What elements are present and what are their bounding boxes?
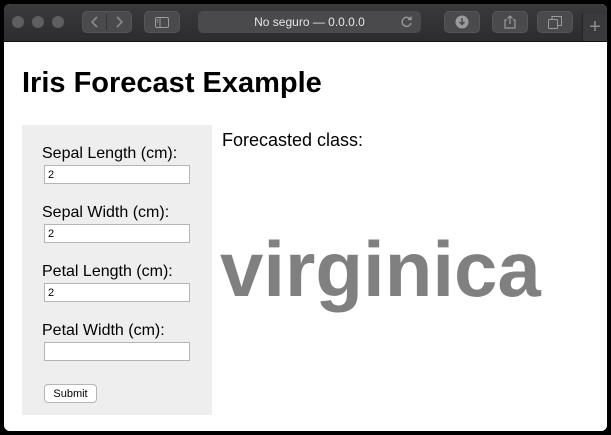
tabs-icon <box>548 15 562 29</box>
downloads-button[interactable] <box>444 11 480 33</box>
address-bar[interactable]: No seguro — 0.0.0.0 <box>198 11 421 33</box>
petal-length-label: Petal Length (cm): <box>42 263 173 280</box>
petal-length-input[interactable] <box>44 283 190 302</box>
sepal-width-input[interactable] <box>44 224 190 243</box>
petal-width-input[interactable] <box>44 342 190 361</box>
close-window-button[interactable] <box>12 16 24 28</box>
zoom-window-button[interactable] <box>52 16 64 28</box>
new-tab-button[interactable]: + <box>582 14 607 41</box>
tabs-overview-button[interactable] <box>537 11 573 33</box>
forecast-result: virginica <box>220 225 541 313</box>
browser-toolbar: No seguro — 0.0.0.0 + <box>4 4 607 42</box>
input-form: Sepal Length (cm): Sepal Width (cm): Pet… <box>22 125 212 415</box>
back-forward-group <box>82 11 132 33</box>
share-icon <box>504 15 516 29</box>
download-icon <box>455 15 469 29</box>
reload-icon[interactable] <box>400 15 413 28</box>
page-title: Iris Forecast Example <box>22 67 322 99</box>
forecast-label: Forecasted class: <box>222 130 364 150</box>
submit-button[interactable]: Submit <box>44 384 97 403</box>
chevron-left-icon <box>91 16 98 28</box>
petal-width-label: Petal Width (cm): <box>42 322 165 339</box>
address-text: No seguro — 0.0.0.0 <box>254 15 365 29</box>
minimize-window-button[interactable] <box>32 16 44 28</box>
sidebar-icon <box>155 16 169 28</box>
browser-window: No seguro — 0.0.0.0 + Iris Forecast Exam… <box>4 4 607 431</box>
forward-button[interactable] <box>107 16 131 28</box>
sepal-length-input[interactable] <box>44 165 190 184</box>
nav-divider <box>106 14 107 30</box>
sidebar-button[interactable] <box>144 11 180 33</box>
back-button[interactable] <box>83 16 107 28</box>
share-button[interactable] <box>492 11 528 33</box>
chevron-right-icon <box>116 16 123 28</box>
sepal-width-label: Sepal Width (cm): <box>42 204 170 221</box>
page-content: Iris Forecast Example Sepal Length (cm):… <box>4 42 607 431</box>
sepal-length-label: Sepal Length (cm): <box>42 145 178 162</box>
